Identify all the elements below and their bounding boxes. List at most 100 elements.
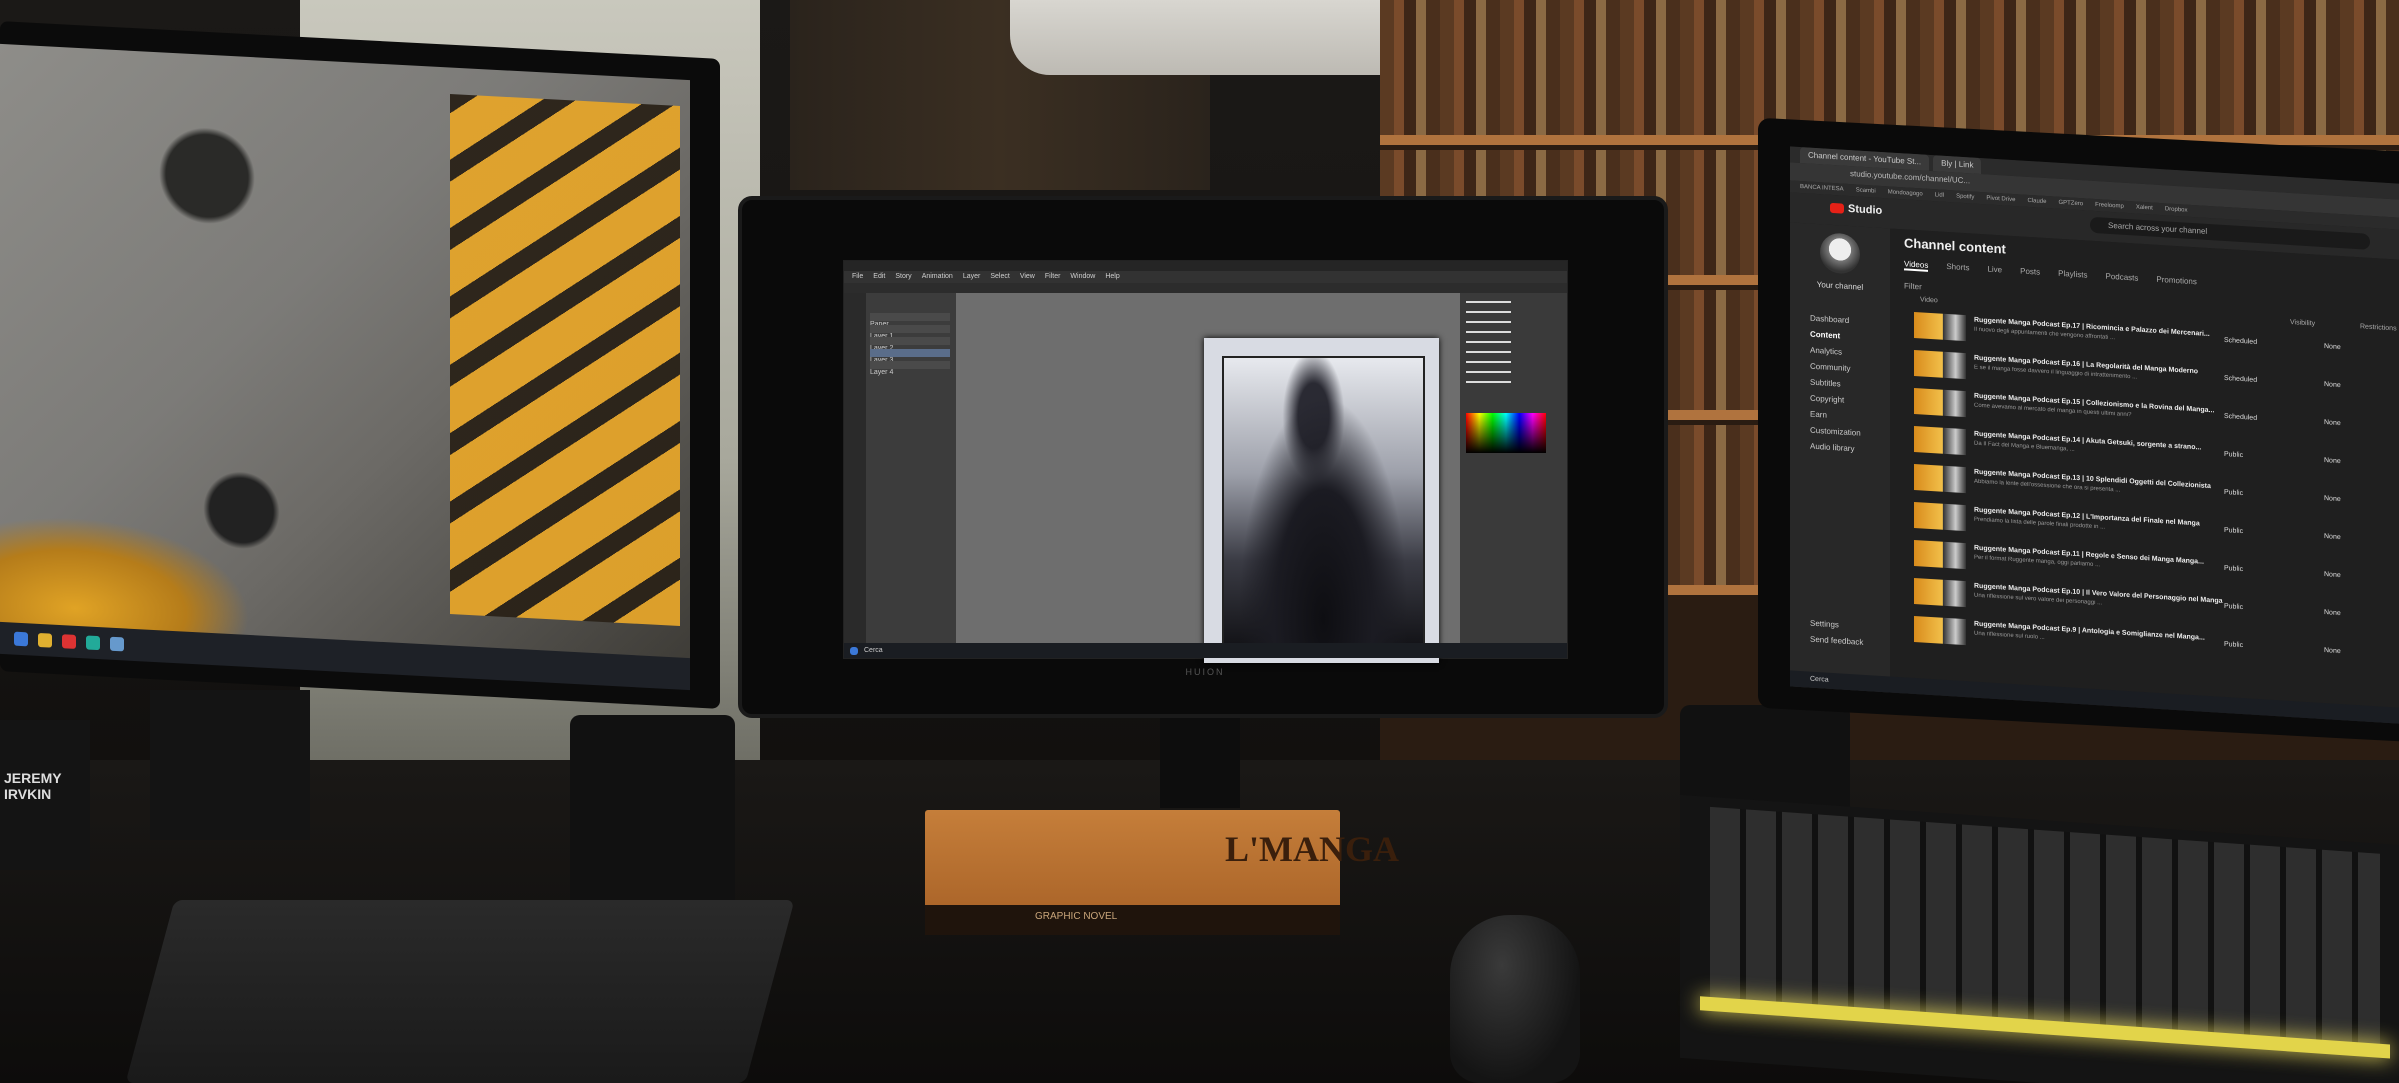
sidebar-item-subtitles[interactable]: Subtitles xyxy=(1810,378,1841,389)
tablet-taskbar[interactable]: Cerca xyxy=(844,643,1567,658)
app-menu-bar: File Edit Story Animation Layer Select V… xyxy=(844,271,1567,283)
keyboard xyxy=(1680,794,2399,1083)
video-visibility[interactable]: Public xyxy=(2224,527,2243,535)
taskbar-search[interactable]: Cerca xyxy=(1810,676,1829,684)
book-row xyxy=(1380,0,2399,135)
mouse xyxy=(1450,915,1580,1083)
menu-select[interactable]: Select xyxy=(990,271,1009,283)
video-restrictions: None xyxy=(2324,381,2341,390)
left-book-title: JEREMY IRVKIN xyxy=(4,770,62,802)
sidebar-item-customization[interactable]: Customization xyxy=(1810,426,1861,438)
bookmark[interactable]: Lidl xyxy=(1935,189,1944,202)
desk-setup-photo: JEREMY IRVKIN File Edit Story Animation … xyxy=(0,0,2399,1083)
video-restrictions: None xyxy=(2324,343,2341,352)
folder-icon[interactable] xyxy=(38,632,52,648)
video-visibility[interactable]: Scheduled xyxy=(2224,337,2257,346)
video-visibility[interactable]: Public xyxy=(2224,565,2243,573)
app-icon[interactable] xyxy=(62,634,76,649)
layer-row[interactable]: Layer 1 xyxy=(870,325,950,340)
youtube-logo-icon[interactable] xyxy=(1830,202,1844,214)
book-spine-label: GRAPHIC NOVEL xyxy=(1035,911,1118,922)
video-thumbnail[interactable] xyxy=(1914,311,1966,342)
sidebar-item-analytics[interactable]: Analytics xyxy=(1810,346,1842,357)
column-visibility: Visibility xyxy=(2290,318,2316,328)
ink-illustration xyxy=(1222,356,1425,650)
manga-book: L'MANGA GRAPHIC NOVEL xyxy=(925,810,1399,935)
layer-row[interactable]: Layer 2 xyxy=(870,337,950,352)
tab-podcasts[interactable]: Podcasts xyxy=(2106,272,2139,285)
tab-posts[interactable]: Posts xyxy=(2020,266,2040,278)
windows-icon[interactable] xyxy=(14,631,28,647)
video-thumbnail[interactable] xyxy=(1914,387,1966,418)
color-palette-shade xyxy=(1466,413,1546,453)
windows-icon[interactable] xyxy=(850,646,858,655)
tab-live[interactable]: Live xyxy=(1987,264,2002,276)
menu-animation[interactable]: Animation xyxy=(922,271,953,283)
column-restrictions: Restrictions xyxy=(2360,323,2397,333)
url-text[interactable]: studio.youtube.com/channel/UC... xyxy=(1850,169,1970,185)
sidebar-item-send-feedback[interactable]: Send feedback xyxy=(1810,635,1863,647)
menu-edit[interactable]: Edit xyxy=(873,271,885,283)
video-thumbnail[interactable] xyxy=(1914,425,1966,456)
video-thumbnail[interactable] xyxy=(1914,501,1966,532)
app-toolbar[interactable] xyxy=(844,283,1567,293)
layer-row-selected[interactable]: Layer 3 xyxy=(870,349,950,364)
tab-shorts[interactable]: Shorts xyxy=(1946,262,1969,274)
tab-videos[interactable]: Videos xyxy=(1904,259,1929,272)
video-visibility[interactable]: Public xyxy=(2224,603,2243,611)
menu-layer[interactable]: Layer xyxy=(963,271,981,283)
tab-playlists[interactable]: Playlists xyxy=(2058,269,2087,282)
left-monitor-stand xyxy=(150,690,310,840)
wallpaper-stripes xyxy=(450,93,680,627)
sidebar-item-content[interactable]: Content xyxy=(1810,330,1840,341)
video-thumbnail[interactable] xyxy=(1914,463,1966,494)
manga-page[interactable] xyxy=(1204,338,1439,663)
menu-window[interactable]: Window xyxy=(1070,271,1095,283)
sidebar-item-community[interactable]: Community xyxy=(1810,362,1850,373)
brush-and-color-panel[interactable] xyxy=(1460,293,1567,643)
browser-icon[interactable] xyxy=(110,636,124,652)
video-visibility[interactable]: Public xyxy=(2224,489,2243,497)
video-restrictions: None xyxy=(2324,571,2341,580)
menu-help[interactable]: Help xyxy=(1105,271,1119,283)
video-visibility[interactable]: Public xyxy=(2224,641,2243,649)
canvas-area[interactable] xyxy=(956,293,1460,663)
book-spine: GRAPHIC NOVEL xyxy=(925,905,1340,935)
sidebar-item-earn[interactable]: Earn xyxy=(1810,410,1827,420)
menu-story[interactable]: Story xyxy=(895,271,911,283)
layer-row[interactable]: Paper xyxy=(870,313,950,328)
video-visibility[interactable]: Public xyxy=(2224,451,2243,459)
app-title-bar xyxy=(844,261,1567,271)
taskbar-search[interactable]: Cerca xyxy=(864,647,883,654)
tab-promotions[interactable]: Promotions xyxy=(2156,275,2196,288)
book-title: L'MANGA xyxy=(1225,829,1399,869)
menu-file[interactable]: File xyxy=(852,271,863,283)
video-restrictions: None xyxy=(2324,419,2341,428)
brush-list[interactable] xyxy=(1466,301,1511,391)
layer-row[interactable]: Layer 4 xyxy=(870,361,950,376)
sidebar-item-settings[interactable]: Settings xyxy=(1810,619,1839,630)
sidebar-item-dashboard[interactable]: Dashboard xyxy=(1810,314,1849,325)
video-visibility[interactable]: Scheduled xyxy=(2224,413,2257,422)
video-restrictions: None xyxy=(2324,609,2341,618)
menu-filter[interactable]: Filter xyxy=(1045,271,1061,283)
bookmark[interactable]: Spotify xyxy=(1956,191,1974,204)
video-thumbnail[interactable] xyxy=(1914,349,1966,380)
video-visibility[interactable]: Scheduled xyxy=(2224,375,2257,384)
youtube-studio-window: Channel content - YouTube St... Bly | Li… xyxy=(1790,146,2399,724)
tool-palette[interactable] xyxy=(844,293,866,643)
avatar[interactable] xyxy=(1820,232,1860,275)
video-restrictions: None xyxy=(2324,647,2341,656)
video-thumbnail[interactable] xyxy=(1914,577,1966,608)
sidebar-item-audio-library[interactable]: Audio library xyxy=(1810,442,1854,454)
content-main: Channel content Videos Shorts Live Posts… xyxy=(1890,228,2399,724)
filter-input[interactable]: Filter xyxy=(1904,281,1922,291)
sidebar-item-copyright[interactable]: Copyright xyxy=(1810,394,1844,405)
app-icon[interactable] xyxy=(86,635,100,651)
bookmark[interactable]: Xalent xyxy=(2136,202,2153,215)
menu-view[interactable]: View xyxy=(1020,271,1035,283)
page-title: Channel content xyxy=(1904,235,2006,257)
video-thumbnail[interactable] xyxy=(1914,539,1966,570)
video-thumbnail[interactable] xyxy=(1914,615,1966,646)
layer-panel[interactable]: Paper Layer 1 Layer 2 Layer 3 Layer 4 xyxy=(866,293,956,643)
